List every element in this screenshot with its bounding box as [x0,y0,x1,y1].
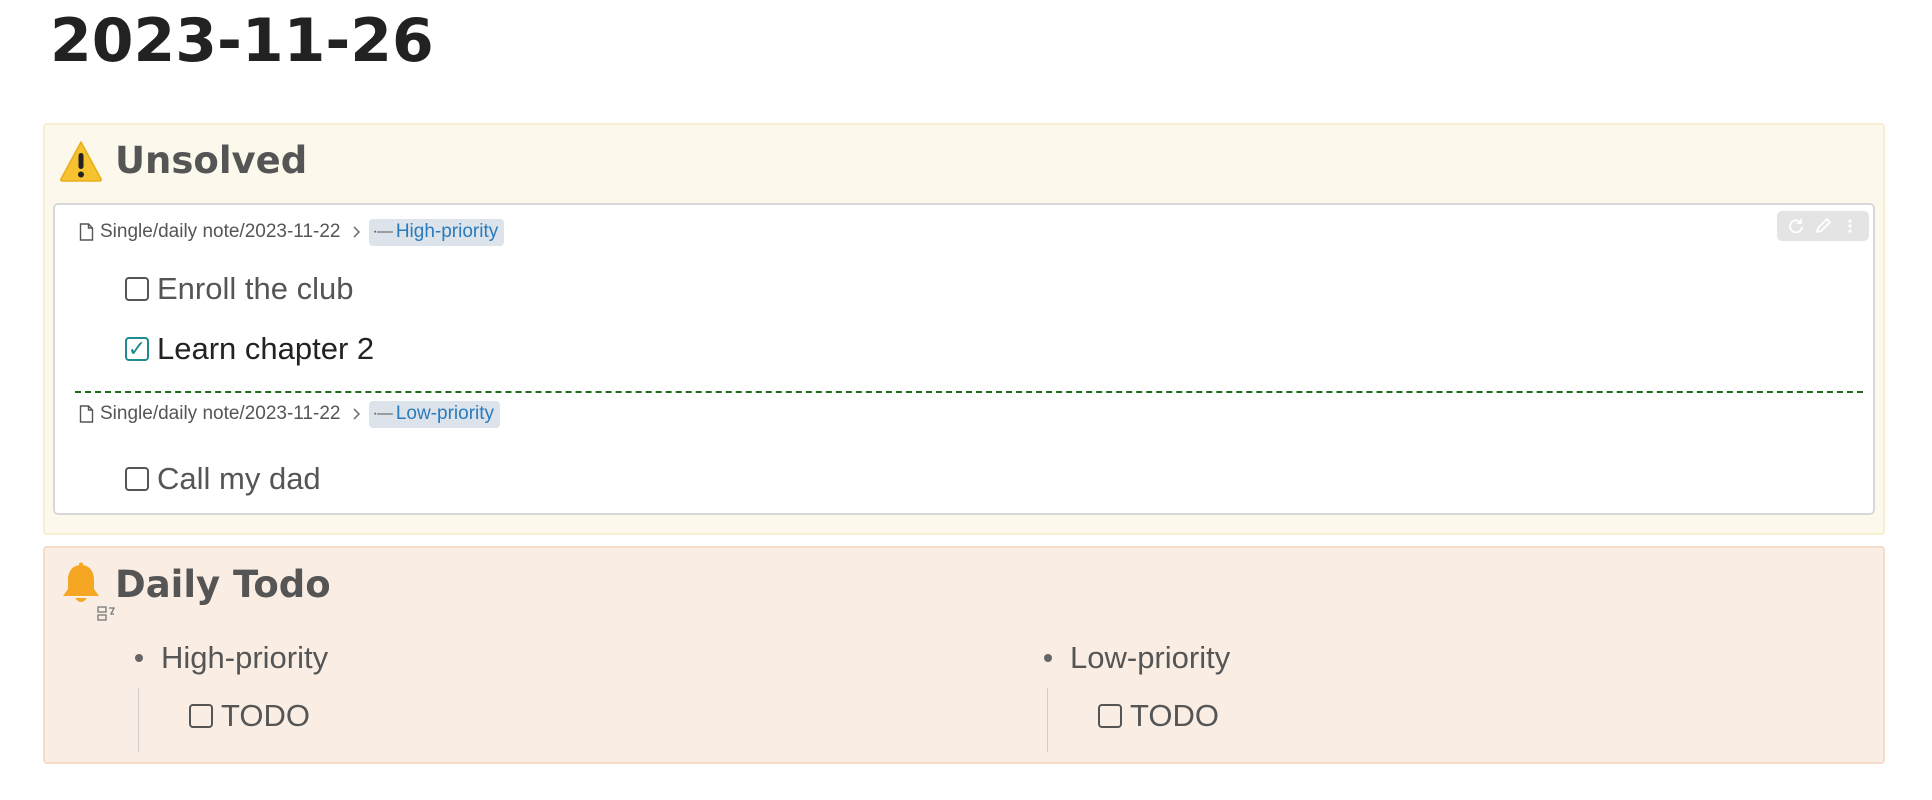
document-icon [79,223,94,241]
task-label: TODO [1130,698,1219,733]
breadcrumb-path-link[interactable]: Single/daily note/2023-11-22 [100,403,341,425]
group-divider [75,391,1863,393]
callout-header: Unsolved [59,139,307,182]
breadcrumb-path-link[interactable]: Single/daily note/2023-11-22 [100,221,341,243]
breadcrumb: Single/daily note/2023-11-22 ·— Low-prio… [79,399,1861,429]
callout-daily-todo: Daily Todo High-priority TODO Low-priori… [43,546,1885,764]
indent-guide [1047,688,1048,752]
task-label: TODO [221,698,310,733]
task-item: ✓ Learn chapter 2 [125,329,1861,369]
callout-title: Unsolved [115,139,308,182]
list-item-label: Low-priority [1070,640,1231,675]
page-title: 2023-11-26 [50,6,434,76]
result-group: Single/daily note/2023-11-22 ·— Low-prio… [79,399,1861,499]
chevron-right-icon [351,225,361,239]
task-checkbox[interactable] [1098,704,1122,728]
result-group: Single/daily note/2023-11-22 ·— High-pri… [79,217,1861,369]
callout-header: Daily Todo [59,562,331,606]
bell-icon [59,562,103,606]
todo-column-low-priority: Low-priority TODO [1042,638,1230,756]
list-item: Low-priority [1042,638,1230,678]
bullet-icon[interactable] [135,654,143,662]
query-results-card: Single/daily note/2023-11-22 ·— High-pri… [53,203,1875,515]
heading-glyph: ·— [372,404,393,422]
document-icon [79,405,94,423]
heading-link-high-priority[interactable]: ·— High-priority [368,218,505,246]
heading-glyph: ·— [372,222,393,240]
task-checkbox[interactable] [125,467,149,491]
chevron-right-icon [351,407,361,421]
nested-list: TODO [1042,688,1230,756]
task-checkbox-checked[interactable]: ✓ [125,337,149,361]
task-item: TODO [189,696,328,736]
heading-label: Low-priority [395,402,495,424]
block-ref-icon[interactable] [97,606,116,627]
breadcrumb: Single/daily note/2023-11-22 ·— High-pri… [79,217,1861,247]
bullet-icon[interactable] [1044,654,1052,662]
task-item: Call my dad [125,459,1861,499]
task-label: Learn chapter 2 [157,331,375,366]
warning-icon [59,140,103,182]
heading-link-low-priority[interactable]: ·— Low-priority [368,400,501,428]
list-item-label: High-priority [161,640,329,675]
task-list: Call my dad [125,459,1861,499]
task-item: Enroll the club [125,269,1861,309]
indent-guide [138,688,139,752]
list-item: High-priority [133,638,328,678]
task-label: Call my dad [157,461,321,496]
callout-unsolved: Unsolved Single/daily note/2023-11-22 ·—… [43,123,1885,535]
heading-label: High-priority [395,220,499,242]
nested-list: TODO [133,688,328,756]
callout-title: Daily Todo [115,562,331,606]
task-checkbox[interactable] [189,704,213,728]
todo-column-high-priority: High-priority TODO [133,638,328,756]
task-item: TODO [1098,696,1230,736]
task-list: Enroll the club ✓ Learn chapter 2 [125,269,1861,369]
task-checkbox[interactable] [125,277,149,301]
task-label: Enroll the club [157,271,354,306]
